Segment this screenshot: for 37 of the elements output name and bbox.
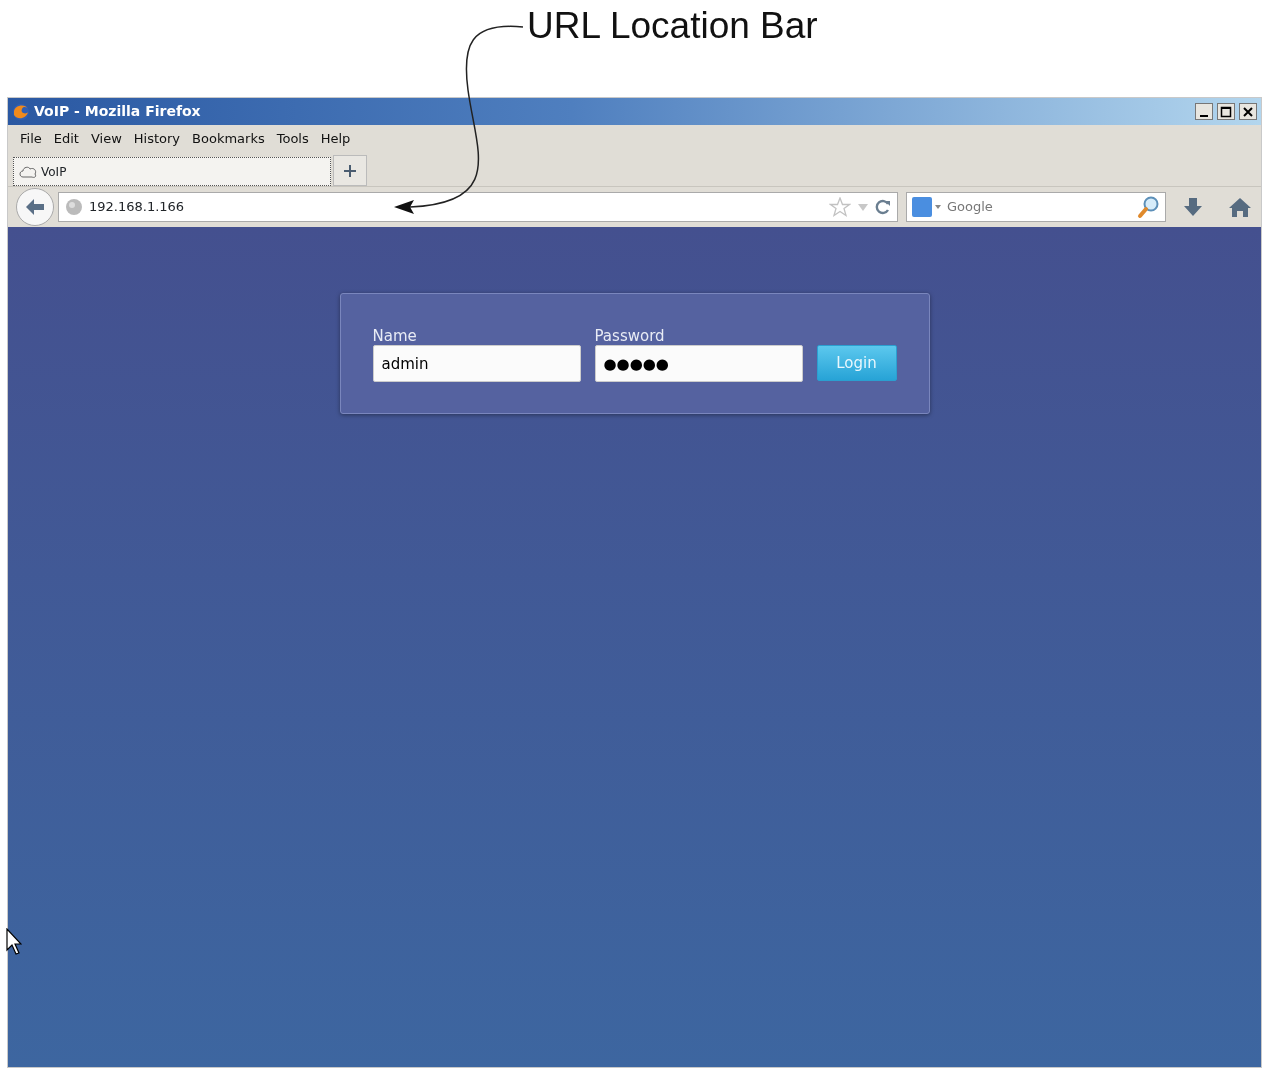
home-button[interactable]: [1228, 196, 1252, 218]
back-button[interactable]: [16, 188, 54, 226]
password-field[interactable]: ●●●●●: [594, 345, 803, 382]
plus-icon: [343, 163, 357, 178]
minimize-button[interactable]: [1195, 103, 1213, 120]
menu-item[interactable]: File: [14, 129, 48, 149]
search-engine-icon: [911, 196, 941, 218]
maximize-button[interactable]: [1217, 103, 1235, 120]
browser-tab[interactable]: VoIP: [13, 157, 331, 186]
field-label: Name: [372, 327, 418, 345]
menu-item[interactable]: Help: [314, 129, 357, 149]
bookmark-star-button[interactable]: [829, 197, 851, 217]
search-icon[interactable]: [1137, 195, 1161, 219]
minimize-icon: [1200, 114, 1208, 117]
close-button[interactable]: [1239, 103, 1257, 120]
url-bar[interactable]: 192.168.1.166: [58, 192, 898, 222]
maximize-icon: [1220, 105, 1232, 118]
cloud-icon: [18, 164, 38, 179]
browser-logo-icon: [12, 102, 30, 121]
search-bar[interactable]: Google: [906, 192, 1166, 222]
callout-label: URL Location Bar: [527, 5, 818, 46]
globe-icon: [65, 198, 83, 216]
reload-button[interactable]: [875, 199, 891, 215]
mouse-pointer-icon: [6, 928, 22, 956]
close-icon: [1242, 105, 1254, 118]
url-text: 192.168.1.166: [89, 198, 186, 217]
menu-item[interactable]: History: [127, 129, 187, 149]
new-tab-button[interactable]: [333, 155, 367, 186]
menu-item[interactable]: Edit: [47, 129, 85, 149]
menu-item[interactable]: Bookmarks: [186, 129, 271, 149]
name-field[interactable]: admin: [372, 345, 581, 382]
menu-item[interactable]: Tools: [270, 129, 315, 149]
window-title: VoIP - Mozilla Firefox: [34, 102, 201, 121]
back-arrow-icon: [25, 198, 45, 216]
field-label: Password: [594, 327, 666, 345]
download-button[interactable]: [1182, 196, 1204, 218]
menu-item[interactable]: View: [84, 129, 128, 149]
